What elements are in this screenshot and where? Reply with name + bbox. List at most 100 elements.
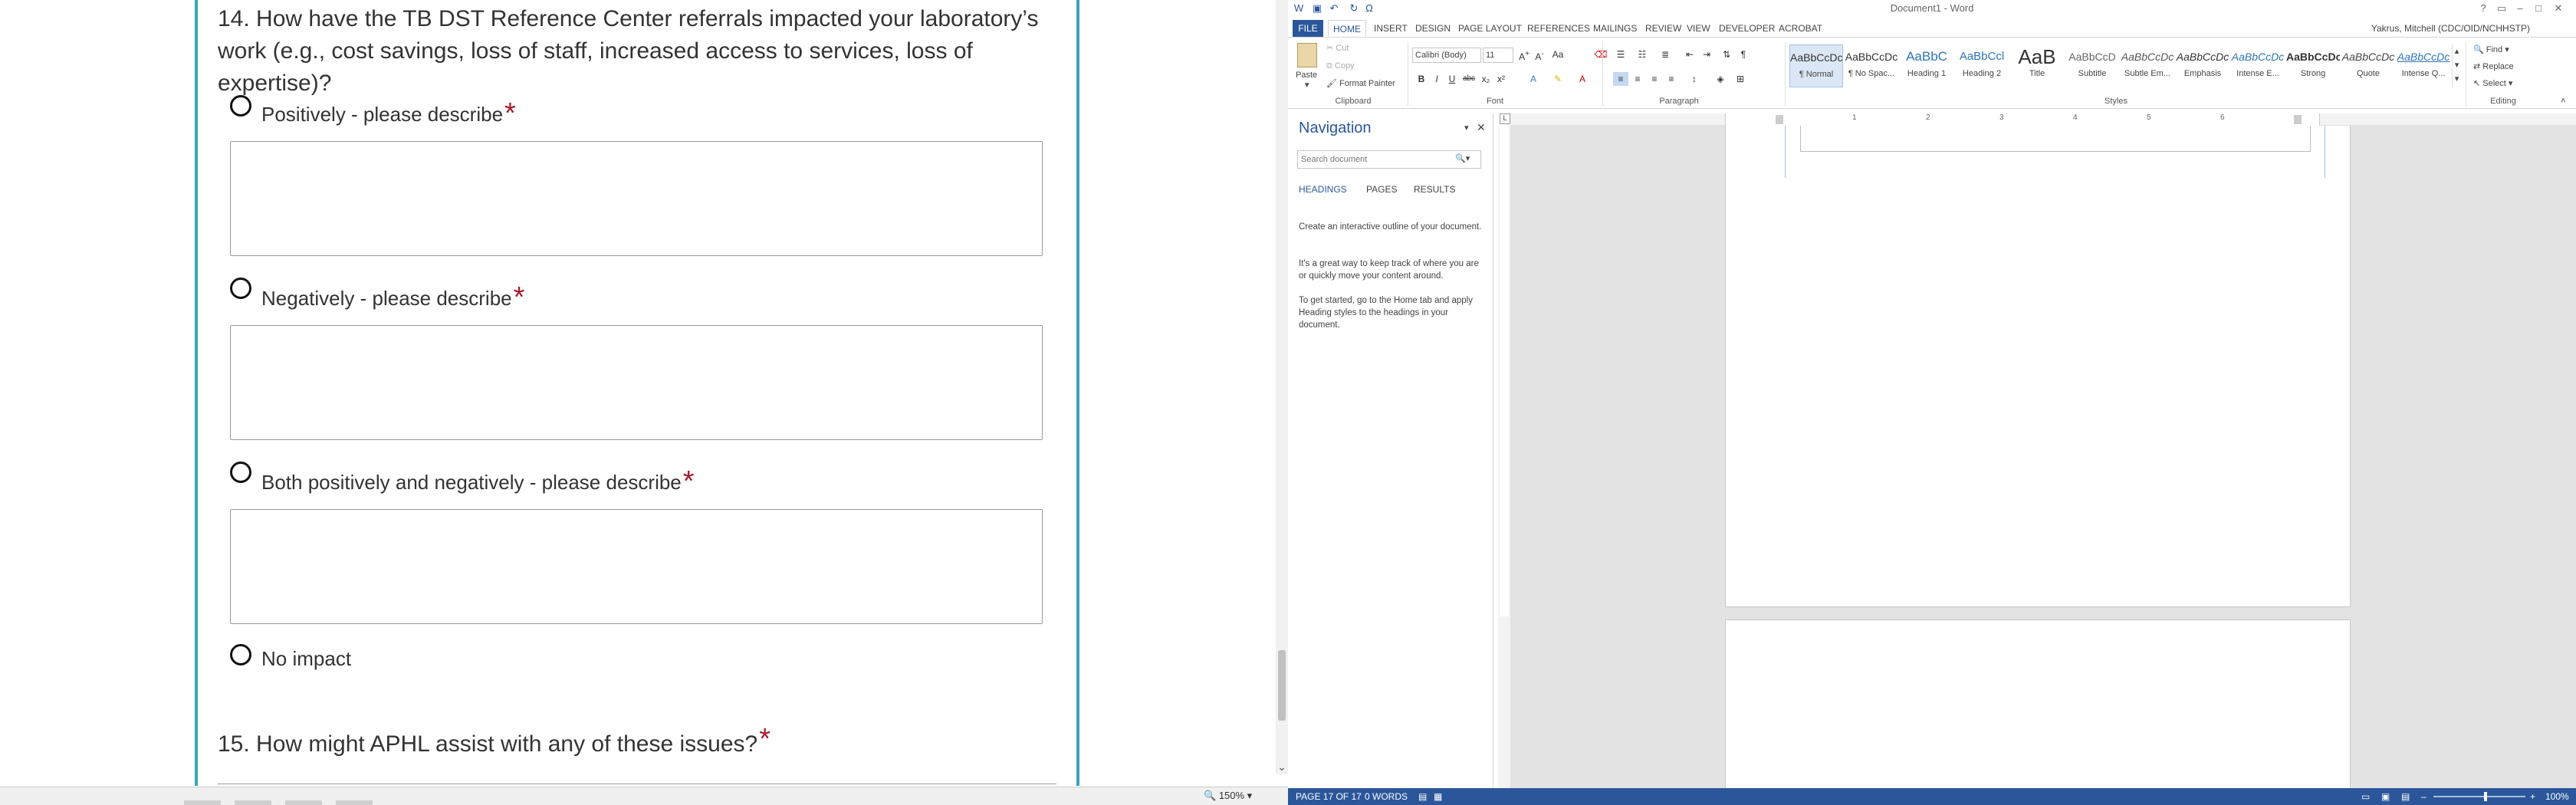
ruler-page-area[interactable] bbox=[1725, 113, 2320, 126]
find-button[interactable]: 🔍 Find ▾ bbox=[2473, 44, 2509, 54]
show-formatting-icon[interactable]: ¶ bbox=[1736, 48, 1751, 61]
scrollbar-thumb[interactable] bbox=[1278, 650, 1286, 721]
style-strong[interactable]: AaBbCcDc Strong bbox=[2286, 44, 2340, 87]
style-intense-quote[interactable]: AaBbCcDc Intense Q... bbox=[2397, 44, 2450, 87]
align-left-icon[interactable]: ≡ bbox=[1613, 72, 1628, 86]
redo-icon[interactable]: ↻ bbox=[1348, 2, 1360, 15]
style-intense-emphasis[interactable]: AaBbCcDc Intense E... bbox=[2231, 44, 2285, 87]
style-heading-1[interactable]: AaBbC Heading 1 bbox=[1900, 44, 1953, 87]
collapse-ribbon-icon[interactable]: ˄ bbox=[2561, 97, 2565, 106]
text-effects-icon[interactable]: A bbox=[1526, 72, 1541, 86]
font-color-icon[interactable]: A bbox=[1575, 72, 1590, 86]
shading-icon[interactable]: ◈ bbox=[1713, 72, 1728, 86]
bullets-icon[interactable]: ☰ bbox=[1613, 48, 1628, 61]
radio-negatively[interactable] bbox=[230, 278, 251, 299]
document-page[interactable] bbox=[1725, 619, 2351, 788]
justify-icon[interactable]: ≡ bbox=[1664, 72, 1679, 86]
tab-acrobat[interactable]: ACROBAT bbox=[1774, 20, 1827, 37]
strikethrough-icon[interactable]: abc bbox=[1461, 72, 1477, 86]
font-size-dropdown[interactable]: 11 bbox=[1483, 48, 1513, 63]
taskbar-tab[interactable] bbox=[184, 800, 221, 805]
table-cell-box[interactable] bbox=[1800, 126, 2311, 152]
select-button[interactable]: ↖ Select ▾ bbox=[2473, 78, 2512, 88]
tab-references[interactable]: REFERENCES bbox=[1523, 20, 1595, 37]
style-subtitle[interactable]: AaBbCcD Subtitle bbox=[2065, 44, 2119, 87]
styles-scroll-icon[interactable]: ▴ ▾ ▾ bbox=[2452, 44, 2461, 87]
cut-button[interactable]: ✂ Cut bbox=[1326, 43, 1349, 53]
tab-home[interactable]: HOME bbox=[1328, 20, 1366, 37]
align-center-icon[interactable]: ≡ bbox=[1630, 72, 1645, 86]
tab-mailings[interactable]: MAILINGS bbox=[1589, 20, 1641, 37]
italic-icon[interactable]: I bbox=[1429, 72, 1444, 86]
style-normal[interactable]: AaBbCcDc ¶ Normal bbox=[1789, 44, 1843, 87]
font-name-dropdown[interactable]: Calibri (Body) bbox=[1412, 48, 1481, 63]
browser-zoom-control[interactable]: 🔍 150% ▾ bbox=[1204, 787, 1288, 805]
tab-insert[interactable]: INSERT bbox=[1369, 20, 1412, 37]
style-heading-2[interactable]: AaBbCcl Heading 2 bbox=[1955, 44, 2009, 87]
highlight-icon[interactable]: ✎ bbox=[1550, 72, 1566, 86]
word-count[interactable]: 0 WORDS bbox=[1365, 788, 1408, 805]
right-indent-marker[interactable] bbox=[2294, 115, 2302, 124]
taskbar-tab[interactable] bbox=[235, 800, 271, 805]
taskbar-tab[interactable] bbox=[336, 800, 373, 805]
numbering-icon[interactable]: ☷ bbox=[1635, 48, 1650, 61]
tab-design[interactable]: DESIGN bbox=[1411, 20, 1455, 37]
shrink-font-icon[interactable]: A- bbox=[1532, 48, 1547, 62]
scroll-down-arrow-icon[interactable]: ⌄ bbox=[1276, 761, 1288, 773]
minimize-icon[interactable]: – bbox=[2512, 2, 2528, 15]
subscript-icon[interactable]: x₂ bbox=[1478, 72, 1493, 86]
multilevel-list-icon[interactable]: ≣ bbox=[1658, 48, 1673, 61]
taskbar-tab[interactable] bbox=[285, 800, 322, 805]
style-subtle-emphasis[interactable]: AaBbCcDc Subtle Em... bbox=[2121, 44, 2174, 87]
nav-tab-pages[interactable]: PAGES bbox=[1366, 184, 1397, 195]
undo-icon[interactable]: ↶ bbox=[1328, 2, 1340, 15]
bold-icon[interactable]: B bbox=[1414, 72, 1429, 86]
tab-review[interactable]: REVIEW bbox=[1641, 20, 1686, 37]
left-indent-marker[interactable] bbox=[1776, 115, 1783, 124]
nav-tab-results[interactable]: RESULTS bbox=[1414, 184, 1455, 195]
tab-selector-icon[interactable]: L bbox=[1500, 113, 1510, 124]
superscript-icon[interactable]: x² bbox=[1493, 72, 1509, 86]
increase-indent-icon[interactable]: ⇥ bbox=[1699, 48, 1714, 61]
replace-button[interactable]: ⇄ Replace bbox=[2473, 61, 2514, 71]
search-icon[interactable]: 🔍▾ bbox=[1455, 153, 1470, 163]
pane-options-icon[interactable]: ▾ bbox=[1464, 123, 1469, 133]
paste-button[interactable]: Paste bbox=[1296, 71, 1317, 80]
zoom-in-icon[interactable]: + bbox=[2530, 788, 2535, 805]
tab-file[interactable]: FILE bbox=[1293, 20, 1323, 37]
both-description-textbox[interactable] bbox=[230, 509, 1043, 624]
close-pane-icon[interactable]: ✕ bbox=[1477, 121, 1486, 134]
web-layout-icon[interactable]: ▤ bbox=[2401, 788, 2410, 805]
radio-positively[interactable] bbox=[230, 95, 251, 117]
zoom-out-icon[interactable]: – bbox=[2421, 788, 2426, 805]
positively-description-textbox[interactable] bbox=[230, 141, 1043, 256]
maximize-icon[interactable]: □ bbox=[2530, 2, 2547, 15]
help-icon[interactable]: ? bbox=[2475, 2, 2492, 15]
align-right-icon[interactable]: ≡ bbox=[1647, 72, 1662, 86]
style-quote[interactable]: AaBbCcDc Quote bbox=[2341, 44, 2395, 87]
tab-page-layout[interactable]: PAGE LAYOUT bbox=[1454, 20, 1526, 37]
paste-icon[interactable] bbox=[1297, 43, 1317, 67]
macro-record-icon[interactable]: ▦ bbox=[1434, 788, 1442, 805]
line-spacing-icon[interactable]: ↕ bbox=[1687, 72, 1702, 86]
proofing-icon[interactable]: ▤ bbox=[1418, 788, 1427, 805]
style-emphasis[interactable]: AaBbCcDc Emphasis bbox=[2176, 44, 2229, 87]
change-case-icon[interactable]: Aa bbox=[1550, 48, 1566, 61]
search-document-input[interactable]: Search document bbox=[1297, 150, 1481, 169]
zoom-slider[interactable] bbox=[2433, 796, 2525, 797]
borders-icon[interactable]: ⊞ bbox=[1733, 72, 1748, 86]
grow-font-icon[interactable]: A+ bbox=[1516, 48, 1532, 62]
style-title[interactable]: AaB Title bbox=[2010, 44, 2064, 87]
nav-tab-headings[interactable]: HEADINGS bbox=[1299, 184, 1347, 195]
print-layout-icon[interactable]: ▣ bbox=[2381, 788, 2390, 805]
ribbon-display-icon[interactable]: ▭ bbox=[2493, 2, 2510, 15]
close-icon[interactable]: ✕ bbox=[2550, 2, 2567, 15]
clear-formatting-icon[interactable]: ⌫ bbox=[1593, 48, 1608, 61]
sort-icon[interactable]: ⇅ bbox=[1719, 48, 1734, 61]
tab-developer[interactable]: DEVELOPER bbox=[1714, 20, 1779, 37]
signed-in-user[interactable]: Yakrus, Mitchell (CDC/OID/NCHHSTP) bbox=[2371, 23, 2530, 34]
read-mode-icon[interactable]: ▭ bbox=[2361, 788, 2370, 805]
zoom-slider-thumb[interactable] bbox=[2484, 792, 2487, 801]
decrease-indent-icon[interactable]: ⇤ bbox=[1682, 48, 1697, 61]
page-count[interactable]: PAGE 17 OF 17 bbox=[1296, 788, 1362, 805]
